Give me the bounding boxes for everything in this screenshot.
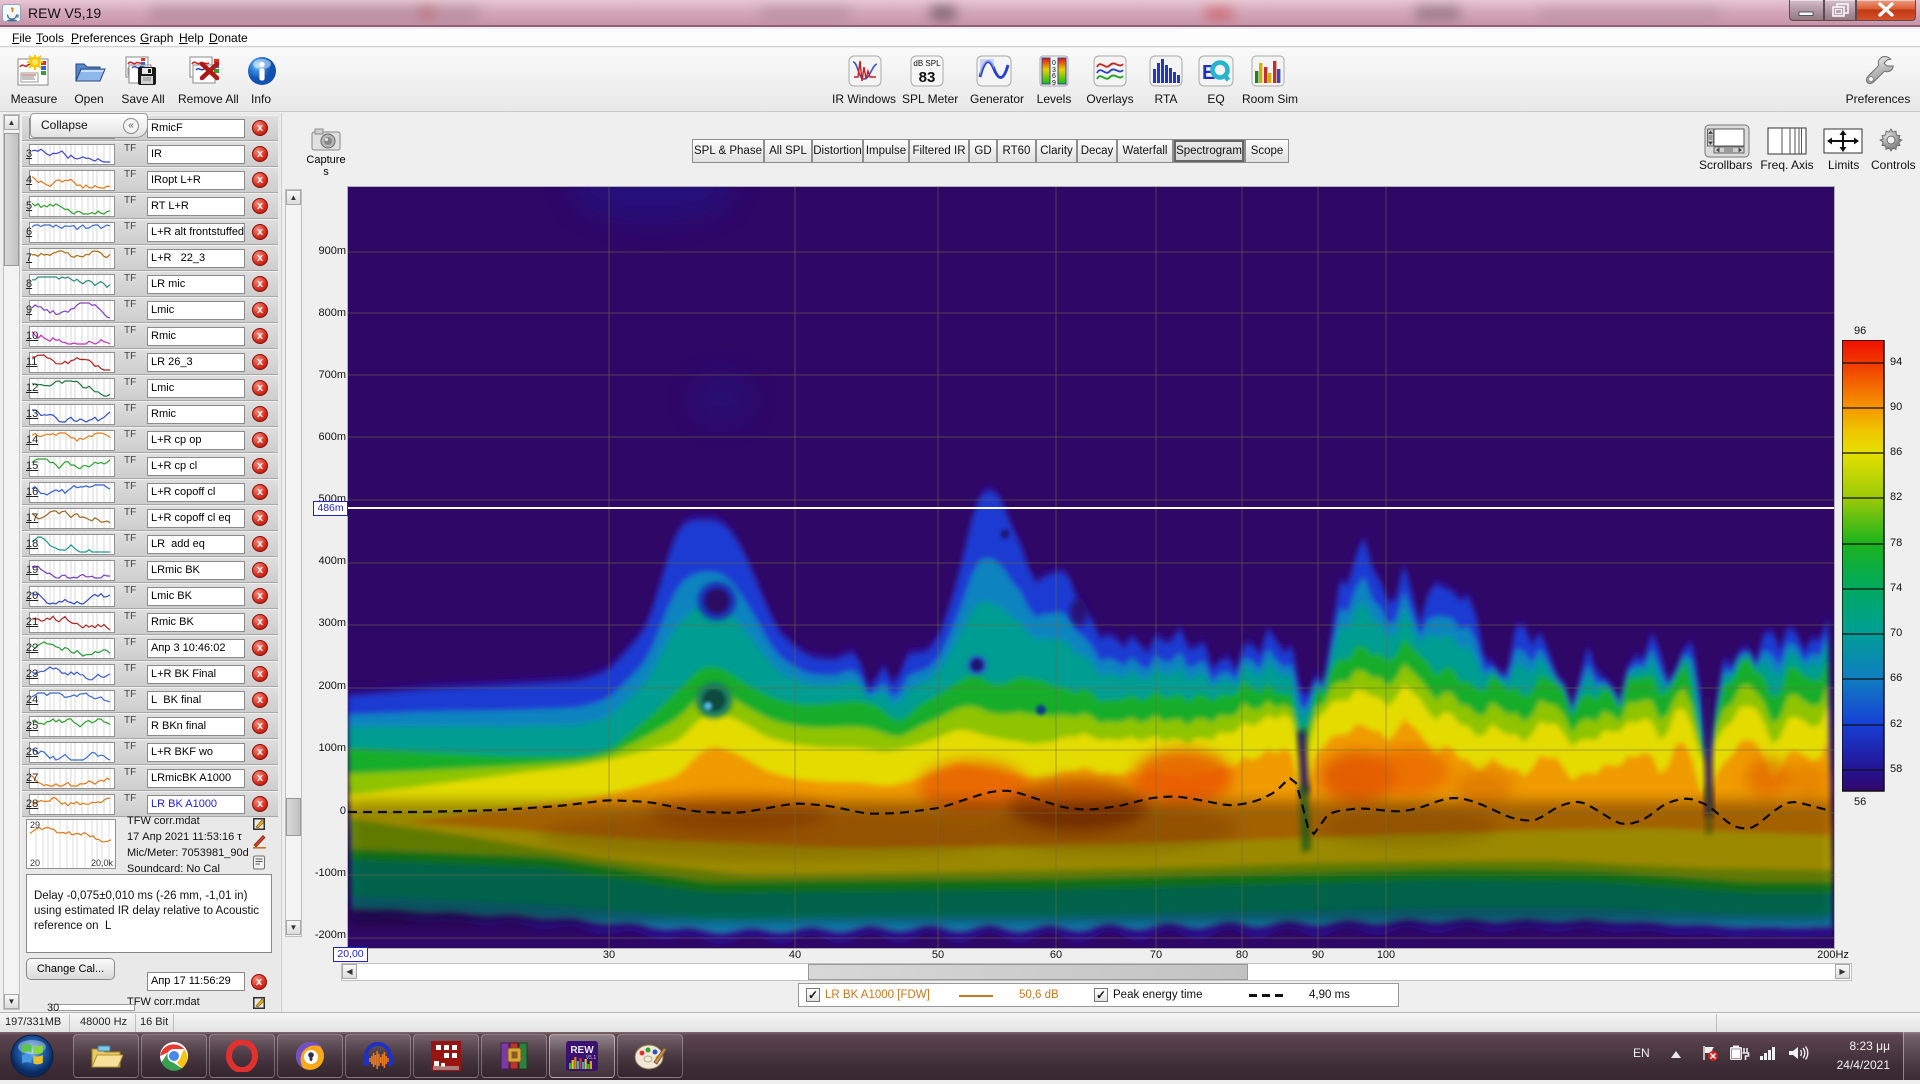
svg-text:dB SPL: dB SPL: [913, 59, 941, 68]
svg-text:V5.1: V5.1: [586, 1055, 597, 1061]
svg-text:9: 9: [1052, 80, 1056, 87]
svg-text:0: 0: [1052, 60, 1056, 67]
svg-text:6: 6: [1052, 73, 1056, 80]
svg-text:83: 83: [919, 69, 936, 86]
